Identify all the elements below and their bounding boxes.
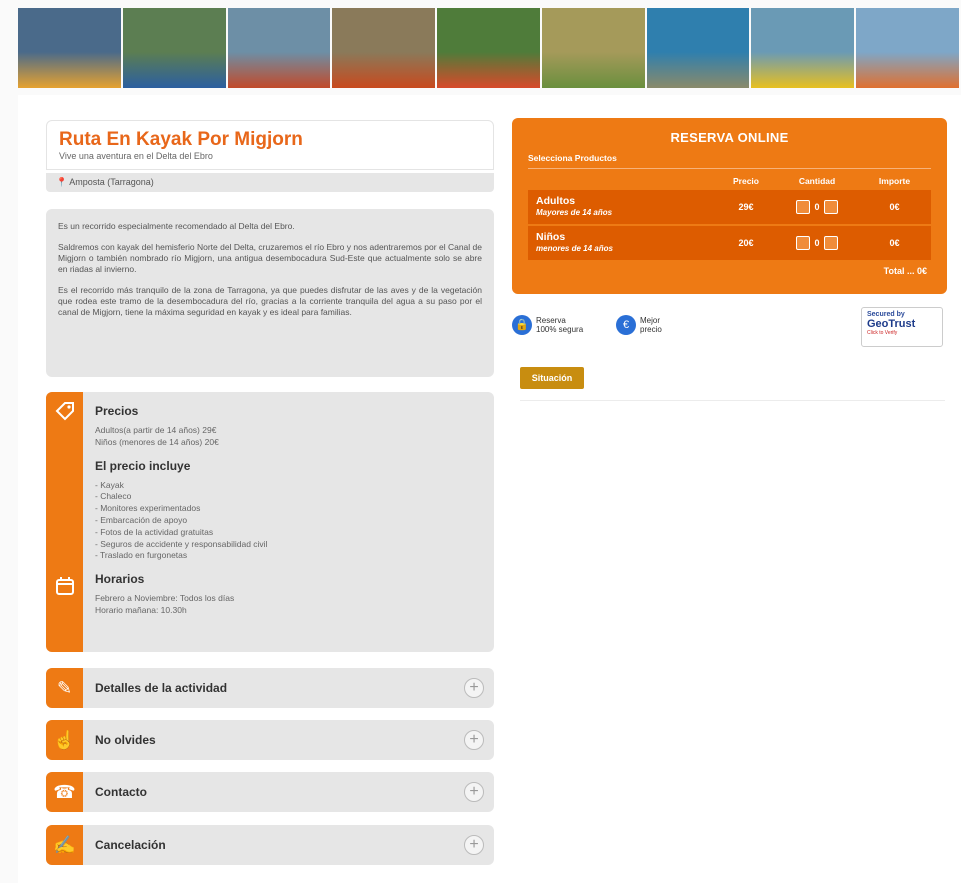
geotrust-seal[interactable]: Secured by GeoTrust Click to Verify [861, 307, 943, 347]
included-item: - Seguros de accidente y responsabilidad… [95, 538, 268, 549]
header-qty: Cantidad [798, 176, 836, 186]
activity-header: Ruta En Kayak Por Migjorn Vive una avent… [46, 120, 494, 170]
accordion-label: Cancelación [95, 838, 166, 852]
best-price-badge: € Mejor precio [616, 315, 662, 335]
product-price: 20€ [738, 238, 754, 248]
accordion-no-olvides[interactable]: ☝ No olvides + [46, 720, 494, 760]
kayak-photo-9 [856, 8, 960, 88]
qty-value[interactable]: 0 [814, 238, 819, 248]
phone-icon: ☎ [46, 772, 83, 812]
location-text: Amposta (Tarragona) [69, 177, 154, 187]
secure-line-2: 100% segura [536, 325, 584, 334]
photo-banner [18, 8, 961, 88]
expand-plus-icon[interactable]: + [464, 678, 484, 698]
product-amount: 0€ [889, 202, 900, 212]
geotrust-brand: GeoTrust [867, 318, 916, 330]
increase-qty-button[interactable] [823, 236, 838, 250]
secure-line-1: Reserva [536, 316, 566, 325]
header-amount: Importe [878, 176, 911, 186]
accordion-label: Detalles de la actividad [95, 681, 228, 695]
kayak-photo-4 [332, 8, 436, 88]
accordion-label: No olvides [95, 733, 156, 747]
expand-plus-icon[interactable]: + [464, 730, 484, 750]
info-body: Precios Adultos(a partir de 14 años) 29€… [95, 404, 485, 617]
kayak-photo-8 [751, 8, 855, 88]
online-booking-panel: RESERVA ONLINE Selecciona Productos Prec… [512, 118, 947, 294]
best-line-1: Mejor [640, 316, 661, 325]
kayak-photo-3 [227, 8, 331, 88]
best-line-2: precio [640, 325, 662, 334]
price-line: Adultos(a partir de 14 años) 29€ [95, 425, 217, 435]
info-panel: Precios Adultos(a partir de 14 años) 29€… [46, 392, 494, 652]
location-pin-icon: 📍 [56, 177, 68, 187]
accordion-details[interactable]: ✎ Detalles de la actividad + [46, 668, 494, 708]
activity-description: Es un recorrido especialmente recomendad… [46, 209, 494, 377]
situacion-tab[interactable]: Situación [520, 367, 584, 389]
booking-title: RESERVA ONLINE [670, 130, 789, 145]
included-item: - Embarcación de apoyo [95, 514, 188, 525]
secure-booking-badge: 🔒 Reserva 100% segura [512, 315, 583, 335]
included-item: - Monitores experimentados [95, 503, 201, 514]
euro-icon: € [616, 315, 636, 335]
cancel-form-icon: ✍ [46, 825, 83, 865]
header-price: Precio [733, 176, 759, 186]
booking-table-header: Precio Cantidad Importe [528, 176, 931, 188]
booking-total: Total ... 0€ [883, 266, 927, 276]
qty-value[interactable]: 0 [814, 202, 819, 212]
product-name: Niños [536, 231, 566, 243]
decrease-qty-button[interactable] [796, 200, 811, 214]
divider [520, 400, 945, 401]
booking-row-adults: Adultos Mayores de 14 años 29€ 0 0€ [528, 190, 931, 224]
booking-subtitle: Selecciona Productos [528, 153, 931, 169]
geotrust-top: Secured by [867, 311, 905, 318]
page: Ruta En Kayak Por Migjorn Vive una avent… [0, 0, 961, 883]
included-item: - Kayak [95, 479, 124, 490]
kayak-photo-2 [122, 8, 226, 88]
trust-badges: 🔒 Reserva 100% segura € Mejor precio Sec… [512, 305, 947, 351]
prices-heading: Precios [95, 404, 139, 418]
included-item: - Traslado en furgonetas [95, 550, 188, 561]
location-bar: 📍 Amposta (Tarragona) [46, 173, 494, 192]
product-name: Adultos [536, 195, 576, 207]
booking-row-children: Niños menores de 14 años 20€ 0 0€ [528, 226, 931, 260]
schedule-heading: Horarios [95, 572, 145, 587]
kayak-photo-5 [437, 8, 540, 88]
product-note: menores de 14 años [536, 244, 613, 253]
product-price: 29€ [738, 202, 754, 212]
increase-qty-button[interactable] [823, 200, 838, 214]
expand-plus-icon[interactable]: + [464, 835, 484, 855]
kayak-photo-6 [541, 8, 645, 88]
product-amount: 0€ [889, 238, 900, 248]
product-note: Mayores de 14 años [536, 208, 613, 217]
included-item: - Fotos de la actividad gratuitas [95, 526, 214, 537]
accordion-contact[interactable]: ☎ Contacto + [46, 772, 494, 812]
notebook-icon: ✎ [46, 668, 83, 708]
expand-plus-icon[interactable]: + [464, 782, 484, 802]
description-paragraph: Es un recorrido especialmente recomendad… [58, 221, 295, 231]
decrease-qty-button[interactable] [796, 236, 811, 250]
page-subtitle: Vive una aventura en el Delta del Ebro [59, 151, 213, 161]
price-tag-icon [52, 400, 78, 426]
main-content: Ruta En Kayak Por Migjorn Vive una avent… [18, 95, 961, 883]
price-line: Niños (menores de 14 años) 20€ [95, 436, 219, 447]
accordion-label: Contacto [95, 785, 147, 799]
description-paragraph: Saldremos con kayak del hemisferio Norte… [58, 242, 482, 274]
included-heading: El precio incluye [95, 458, 191, 473]
included-item: - Chaleco [95, 491, 132, 502]
kayak-photo-1 [18, 8, 121, 88]
schedule-line: Febrero a Noviembre: Todos los días [95, 593, 235, 604]
lock-icon: 🔒 [512, 315, 532, 335]
kayak-photo-7 [646, 8, 750, 88]
description-paragraph: Es el recorrido más tranquilo de la zona… [58, 285, 482, 317]
geotrust-bottom: Click to Verify [867, 330, 898, 336]
calendar-icon [52, 575, 78, 601]
schedule-line: Horario mañana: 10.30h [95, 604, 187, 615]
hand-pointer-icon: ☝ [46, 720, 83, 760]
info-strip [46, 392, 83, 652]
page-title: Ruta En Kayak Por Migjorn [59, 129, 303, 150]
accordion-cancellation[interactable]: ✍ Cancelación + [46, 825, 494, 865]
